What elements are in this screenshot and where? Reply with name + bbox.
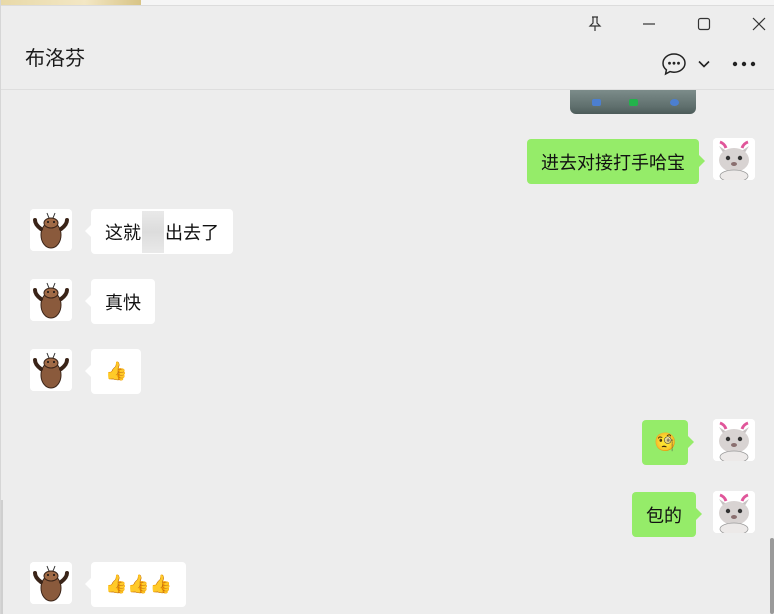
message-text: 这就 [105, 222, 141, 243]
avatar-me[interactable] [713, 491, 755, 533]
more-button[interactable] [729, 50, 759, 78]
chat-info-button[interactable] [660, 50, 688, 78]
image-detail [670, 99, 679, 106]
message-bubble-outgoing[interactable]: 进去对接打手哈宝 [527, 139, 705, 184]
image-message[interactable] [570, 90, 696, 114]
image-detail [629, 99, 638, 106]
image-detail [592, 99, 601, 106]
message-bubble-incoming[interactable]: 真快 [85, 279, 155, 324]
cat-avatar-icon [713, 138, 755, 180]
roach-avatar-icon [30, 279, 72, 321]
avatar-other[interactable] [30, 279, 72, 321]
chat-dropdown-button[interactable] [694, 50, 714, 78]
thumbs-up-emoji: 👍 [105, 361, 128, 381]
redacted-text-block [142, 210, 164, 253]
avatar-other[interactable] [30, 349, 72, 391]
message-text: 真快 [105, 292, 141, 313]
cat-avatar-icon [713, 491, 755, 533]
message-bubble-outgoing[interactable]: 🧐 [642, 420, 695, 465]
avatar-me[interactable] [713, 138, 755, 180]
more-dots-icon [732, 61, 756, 67]
monocle-face-emoji: 🧐 [654, 432, 677, 452]
message-text: 出去了 [165, 222, 219, 243]
avatar-other[interactable] [30, 209, 72, 251]
avatar-other[interactable] [30, 562, 72, 604]
chat-bubble-icon [662, 53, 686, 76]
message-list[interactable]: 进去对接打手哈宝 这就 出去了 真快 👍 🧐 包的 👍👍👍 [1, 90, 774, 614]
roach-avatar-icon [30, 209, 72, 251]
message-bubble-incoming[interactable]: 👍👍👍 [84, 562, 187, 607]
chat-window: 布洛芬 进去对接打手哈宝 这就 出去了 真快 👍 🧐 包的 👍👍👍 [0, 0, 774, 614]
scrollbar[interactable] [770, 538, 774, 614]
avatar-me[interactable] [713, 419, 755, 461]
left-edge [1, 500, 3, 614]
message-bubble-incoming[interactable]: 这就 出去了 [85, 209, 233, 254]
cat-avatar-icon [713, 419, 755, 461]
roach-avatar-icon [30, 349, 72, 391]
message-text: 进去对接打手哈宝 [541, 152, 685, 173]
roach-avatar-icon [30, 562, 72, 604]
chat-header: 布洛芬 [1, 6, 774, 90]
message-bubble-incoming[interactable]: 👍 [84, 349, 142, 394]
message-text: 包的 [646, 505, 682, 526]
message-bubble-outgoing[interactable]: 包的 [632, 492, 702, 537]
chat-title: 布洛芬 [25, 48, 85, 70]
chevron-down-icon [698, 60, 710, 68]
thumbs-up-emoji-row: 👍👍👍 [105, 574, 173, 594]
